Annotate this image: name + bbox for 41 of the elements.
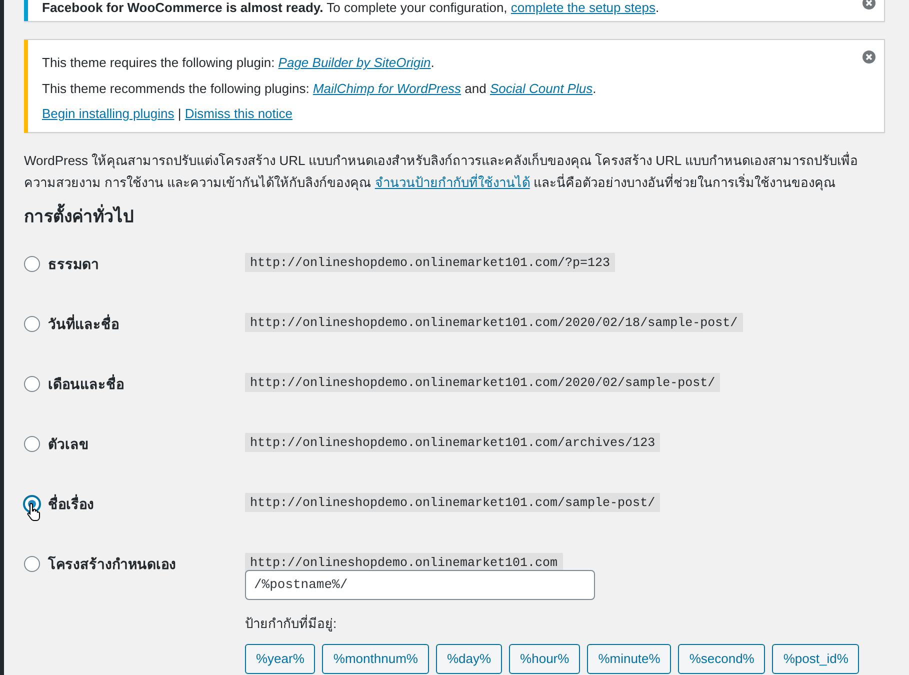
link[interactable]: Begin installing plugins (42, 106, 174, 122)
url-example: http://onlineshopdemo.onlinemarket101.com/2020/02/18/sample-post/ (245, 312, 743, 332)
url-example: http://onlineshopdemo.onlinemarket101.com/2020/02/sample-post/ (245, 372, 720, 392)
intro-text: WordPress ให้คุณสามารถปรับแต่งโครงสร้าง URL แบบกำหนดเองสำหรับลิงก์ถาวรและคลังเก็บของคุณ โครงสร้าง URL แบบกำหนดเองสามารถปรับเพื่อความสวยงาม การใช้งาน และความเข้ากันได้ให้กับลิงก์ของคุณ จำนวนป้ายกำกับที่ใช้งานได้ และนี่คือตัวอย่างบางอันที่ช่วยในการเริ่มใช้งานของคุณ (24, 150, 859, 192)
tag-button[interactable]: %second% (678, 644, 766, 674)
dismiss-button[interactable] (862, 0, 876, 10)
link[interactable]: complete the setup steps (510, 0, 656, 15)
option-label: ธรรมดา (48, 254, 99, 274)
tag-button[interactable]: %minute% (587, 644, 672, 674)
option-label: ชื่อเรื่อง (48, 493, 94, 514)
radio-button[interactable] (24, 316, 40, 332)
tag-button[interactable]: %hour% (509, 644, 580, 674)
option-label: ตัวเลข (48, 434, 89, 454)
link[interactable]: Dismiss this notice (184, 106, 293, 122)
option-label: เดือนและชื่อ (48, 373, 124, 394)
url-example: http://onlineshopdemo.onlinemarket101.com (245, 552, 563, 572)
tag-button[interactable]: %post_id% (772, 644, 860, 674)
link[interactable]: Social Count Plus (490, 80, 593, 96)
url-example: http://onlineshopdemo.onlinemarket101.com/sample-post/ (245, 492, 660, 512)
option-label: โครงสร้างกำหนดเอง (48, 554, 176, 574)
url-example: http://onlineshopdemo.onlinemarket101.com/archives/123 (245, 432, 660, 452)
url-example: http://onlineshopdemo.onlinemarket101.com/?p=123 (245, 252, 616, 272)
notice-text: Begin installing plugins | Dismiss this notice (42, 105, 294, 124)
section-heading: การตั้งค่าทั่วไป (24, 202, 134, 229)
tag-button[interactable]: %monthnum% (322, 644, 429, 674)
option-label: วันที่และชื่อ (48, 313, 119, 334)
link[interactable]: MailChimp for WordPress (312, 80, 462, 96)
notice-text: Facebook for WooCommerce is almost ready. To complete your configuration, complete the setup steps. (42, 0, 660, 16)
radio-button[interactable] (24, 256, 40, 272)
tag-button[interactable]: %day% (436, 644, 502, 674)
notice-text: This theme requires the following plugin: Page Builder by SiteOrigin. (42, 54, 436, 72)
link[interactable]: จำนวนป้ายกำกับที่ใช้งานได้ (374, 174, 530, 190)
dismiss-button[interactable] (862, 50, 876, 64)
notice-text: This theme recommends the following plugins: MailChimp for WordPress and Social Count Plus. (42, 80, 598, 98)
radio-button[interactable] (24, 436, 40, 452)
link[interactable]: Page Builder by SiteOrigin (278, 55, 431, 70)
radio-button[interactable] (24, 376, 40, 392)
input-field[interactable]: /%postname%/ (245, 570, 595, 600)
tag-button[interactable]: %year% (245, 644, 316, 674)
tags-label: ป้ายกำกับที่มีอยู่: (245, 614, 337, 634)
radio-button[interactable] (24, 556, 40, 572)
